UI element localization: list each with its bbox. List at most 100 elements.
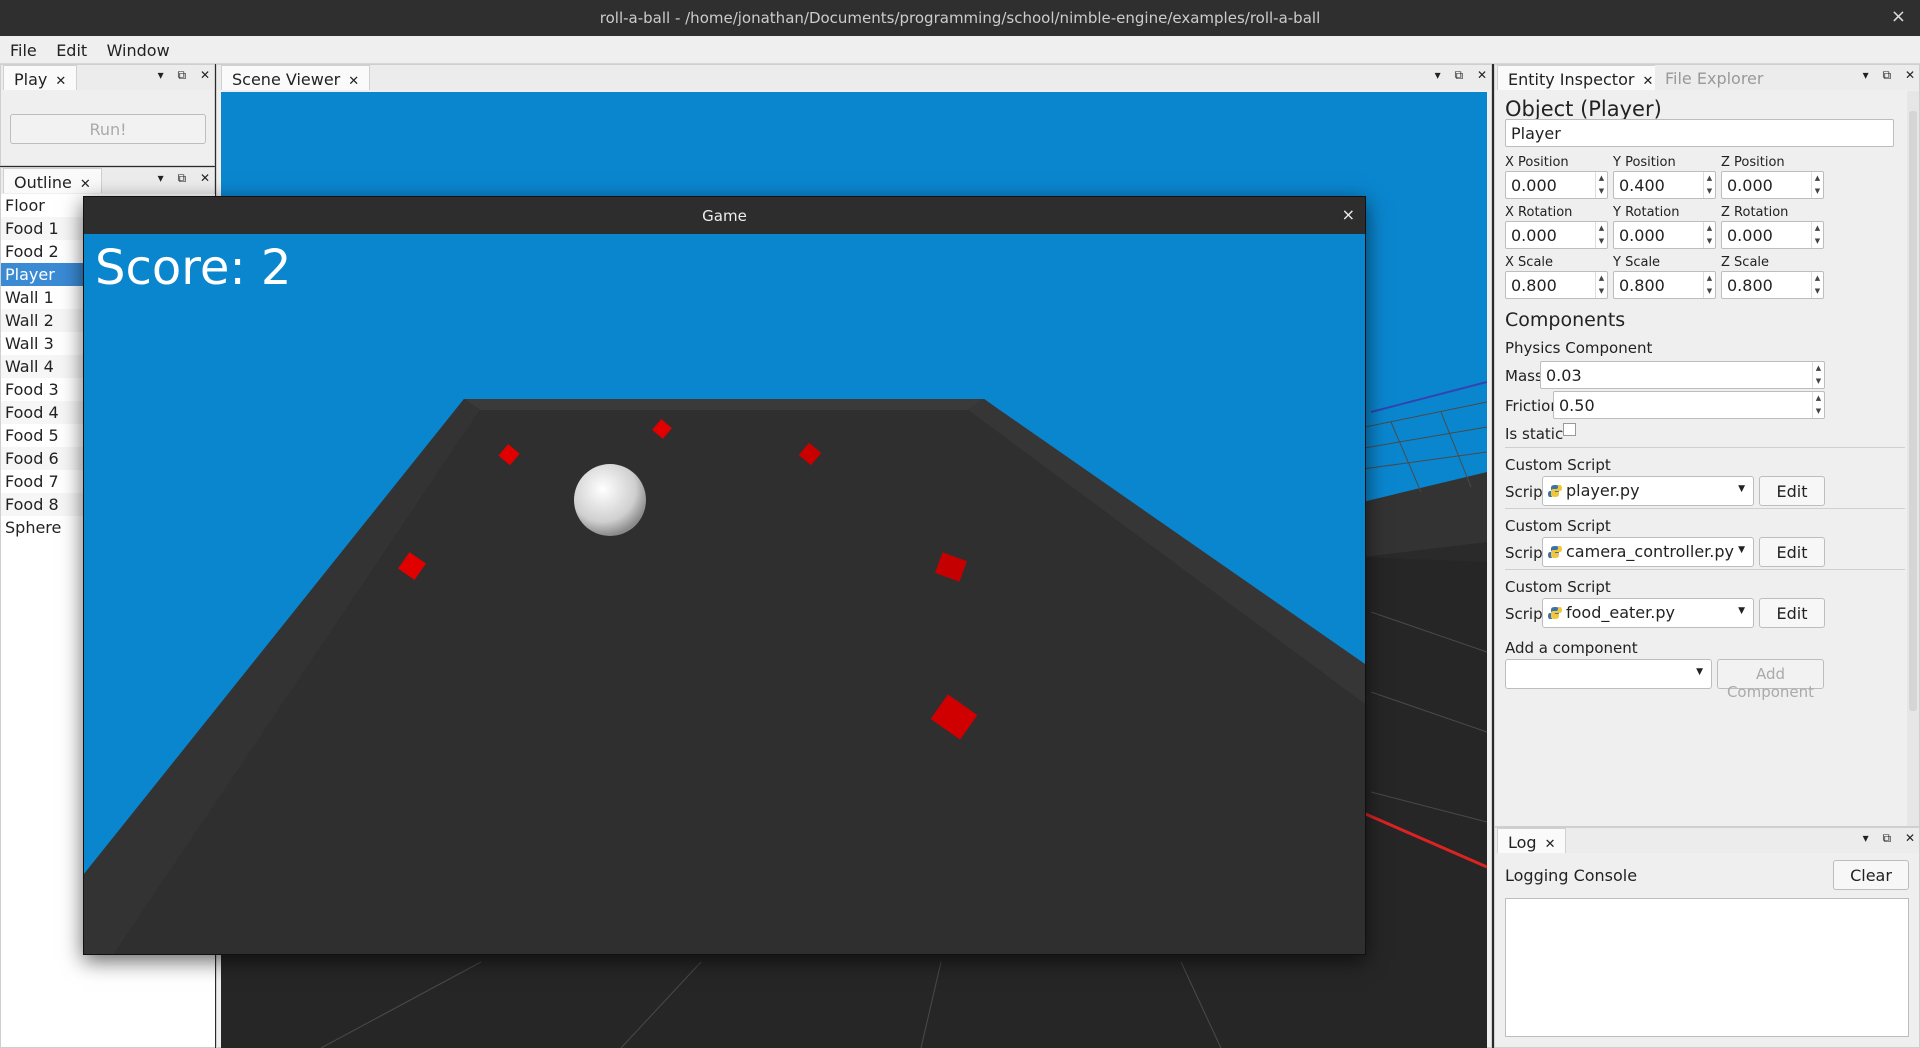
transform-label: X Scale [1505,255,1554,270]
log-output[interactable] [1505,898,1909,1037]
is-static-checkbox[interactable] [1563,423,1576,436]
entity-inspector-panel: Entity Inspector ✕ File Explorer ▾ ⧉ ✕ Ob… [1494,64,1920,827]
mass-stepper[interactable]: ▲ ▼ [1812,362,1824,388]
transform-stepper[interactable]: ▲ ▼ [1703,222,1715,248]
add-component-select[interactable]: ▼ [1505,659,1712,689]
game-viewport[interactable]: Score: 2 [84,234,1365,954]
friction-field[interactable]: 0.50 ▲ ▼ [1553,391,1825,419]
transform-stepper[interactable]: ▲ ▼ [1811,222,1823,248]
menu-edit[interactable]: Edit [42,36,87,60]
dock-close-icon[interactable]: ✕ [1905,68,1915,82]
outline-dock-header: Outline ✕ ▾ ⧉ ✕ [1,168,214,193]
edit-script-button[interactable]: Edit [1759,476,1825,506]
transform-value: 0.000 [1619,226,1665,245]
dock-menu-icon[interactable]: ▾ [1863,831,1869,845]
dock-close-icon[interactable]: ✕ [200,68,210,82]
transform-field[interactable]: 0.800 ▲ ▼ [1613,271,1716,299]
component-separator [1505,569,1905,570]
game-window: Game × Score: 2 [83,196,1366,955]
transform-label: Y Rotation [1613,205,1680,220]
dock-float-icon[interactable]: ⧉ [178,68,187,82]
dock-menu-icon[interactable]: ▾ [1863,68,1869,82]
log-dock-header: Log ✕ ▾ ⧉ ✕ [1495,828,1919,853]
dock-close-icon[interactable]: ✕ [200,171,210,185]
script-select[interactable]: food_eater.py ▼ [1542,598,1754,628]
custom-script-title: Custom Script [1505,578,1611,596]
tab-entity-inspector[interactable]: Entity Inspector ✕ [1497,65,1665,90]
transform-stepper[interactable]: ▲ ▼ [1703,272,1715,298]
transform-label: Y Position [1613,155,1676,170]
tab-close-icon[interactable]: ✕ [1642,74,1653,89]
edit-script-button[interactable]: Edit [1759,537,1825,567]
window-close-button[interactable]: × [1891,6,1906,27]
tab-close-icon[interactable]: ✕ [55,74,66,89]
inspector-dock-buttons: ▾ ⧉ ✕ [1853,68,1915,83]
transform-field[interactable]: 0.000 ▲ ▼ [1505,221,1608,249]
friction-stepper[interactable]: ▲ ▼ [1812,392,1824,418]
chevron-down-icon: ▼ [1738,484,1745,494]
transform-stepper[interactable]: ▲ ▼ [1595,172,1607,198]
game-close-button[interactable]: × [1342,205,1355,224]
dock-float-icon[interactable]: ⧉ [1883,831,1892,845]
dock-close-icon[interactable]: ✕ [1905,831,1915,845]
player-ball [574,464,646,536]
window-titlebar: roll-a-ball - /home/jonathan/Documents/p… [0,0,1920,36]
custom-script-title: Custom Script [1505,456,1611,474]
dock-menu-icon[interactable]: ▾ [1435,68,1441,82]
tab-outline[interactable]: Outline ✕ [3,168,102,193]
transform-label: Z Scale [1721,255,1770,270]
scene-dock-header: Scene Viewer ✕ ▾ ⧉ ✕ [217,65,1491,90]
transform-stepper[interactable]: ▲ ▼ [1595,272,1607,298]
transform-field[interactable]: 0.000 ▲ ▼ [1721,171,1824,199]
tab-entity-inspector-label: Entity Inspector [1508,70,1635,89]
object-name-field[interactable]: Player [1505,119,1894,147]
clear-log-button[interactable]: Clear [1833,860,1909,890]
dock-close-icon[interactable]: ✕ [1477,68,1487,82]
python-icon [1548,607,1562,619]
transform-field[interactable]: 0.000 ▲ ▼ [1613,221,1716,249]
tab-close-icon[interactable]: ✕ [348,74,359,89]
transform-field[interactable]: 0.000 ▲ ▼ [1505,171,1608,199]
inspector-content: Object (Player) Player X Position 0.000 ▲ ▼… [1495,91,1905,826]
dock-float-icon[interactable]: ⧉ [1883,68,1892,82]
edit-script-button[interactable]: Edit [1759,598,1825,628]
tab-file-explorer[interactable]: File Explorer [1655,65,1774,90]
transform-stepper[interactable]: ▲ ▼ [1811,172,1823,198]
tab-close-icon[interactable]: ✕ [1545,837,1556,852]
dock-menu-icon[interactable]: ▾ [158,68,164,82]
dock-float-icon[interactable]: ⧉ [178,171,187,185]
tab-close-icon[interactable]: ✕ [80,177,91,192]
tab-log[interactable]: Log ✕ [1497,828,1567,853]
game-render [84,234,1365,954]
outline-dock-buttons: ▾ ⧉ ✕ [148,171,210,186]
menu-file[interactable]: File [0,36,37,60]
python-icon [1548,546,1562,558]
script-select[interactable]: camera_controller.py ▼ [1542,537,1754,567]
transform-stepper[interactable]: ▲ ▼ [1703,172,1715,198]
add-component-button[interactable]: Add Component [1717,659,1824,701]
script-select[interactable]: player.py ▼ [1542,476,1754,506]
transform-label: X Rotation [1505,205,1573,220]
transform-value: 0.800 [1727,276,1773,295]
tab-play[interactable]: Play ✕ [3,65,78,90]
run-button[interactable]: Run! [10,114,206,144]
transform-field[interactable]: 0.000 ▲ ▼ [1721,221,1824,249]
menu-window[interactable]: Window [93,36,170,60]
game-window-title: Game [84,197,1365,234]
dock-float-icon[interactable]: ⧉ [1455,68,1464,82]
dock-menu-icon[interactable]: ▾ [158,171,164,185]
transform-field[interactable]: 0.400 ▲ ▼ [1613,171,1716,199]
tab-play-label: Play [14,70,48,89]
transform-field[interactable]: 0.800 ▲ ▼ [1505,271,1608,299]
tab-scene-viewer[interactable]: Scene Viewer ✕ [221,65,371,90]
inspector-scrollbar[interactable] [1907,91,1919,826]
components-heading: Components [1505,309,1626,331]
transform-stepper[interactable]: ▲ ▼ [1595,222,1607,248]
mass-field[interactable]: 0.03 ▲ ▼ [1540,361,1825,389]
scrollbar-thumb[interactable] [1909,111,1917,711]
transform-field[interactable]: 0.800 ▲ ▼ [1721,271,1824,299]
transform-label: X Position [1505,155,1569,170]
log-dock-buttons: ▾ ⧉ ✕ [1853,831,1915,846]
transform-stepper[interactable]: ▲ ▼ [1811,272,1823,298]
menu-bar: File Edit Window [0,36,1920,64]
